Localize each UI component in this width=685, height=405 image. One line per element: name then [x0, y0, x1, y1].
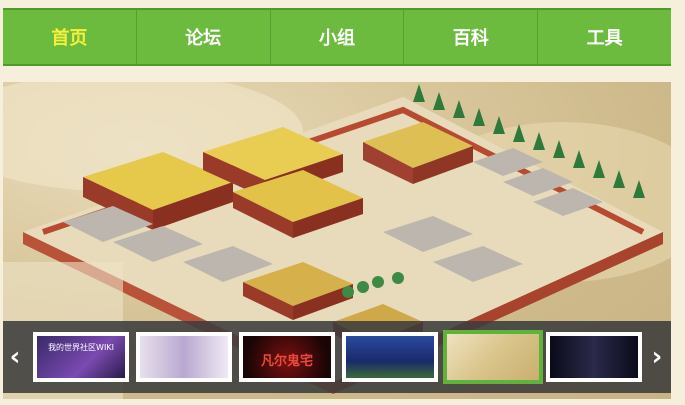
- carousel-thumbnail[interactable]: [342, 332, 438, 382]
- thumbnail-image: [550, 336, 638, 378]
- carousel-thumbnail[interactable]: 我的世界社区WIKI: [33, 332, 129, 382]
- thumbnail-image: [346, 336, 434, 378]
- carousel-thumbnail[interactable]: 凡尔鬼宅: [239, 332, 335, 382]
- carousel-thumbnail-selected[interactable]: [443, 330, 543, 384]
- carousel-thumbnail-strip: ‹ 我的世界社区WIKI 凡尔鬼宅 ›: [3, 321, 671, 393]
- nav-item-tools[interactable]: 工具: [538, 10, 671, 64]
- thumbnail-image: [447, 334, 539, 380]
- thumbnail-caption: 我的世界社区WIKI: [48, 343, 114, 352]
- carousel-thumbnail[interactable]: [546, 332, 642, 382]
- nav-item-wiki[interactable]: 百科: [404, 10, 539, 64]
- nav-item-forum[interactable]: 论坛: [137, 10, 271, 64]
- chevron-right-icon[interactable]: ›: [649, 343, 665, 371]
- carousel-thumbnail[interactable]: [136, 332, 232, 382]
- thumbnail-image: [140, 336, 228, 378]
- thumbnail-image: 我的世界社区WIKI: [37, 336, 125, 378]
- main-nav: 首页 论坛 小组 百科 工具: [3, 8, 671, 66]
- nav-item-groups[interactable]: 小组: [271, 10, 405, 64]
- thumbnail-image: 凡尔鬼宅: [243, 336, 331, 378]
- nav-item-home[interactable]: 首页: [3, 10, 137, 64]
- thumbnail-caption: 凡尔鬼宅: [260, 354, 313, 369]
- chevron-left-icon[interactable]: ‹: [7, 343, 23, 371]
